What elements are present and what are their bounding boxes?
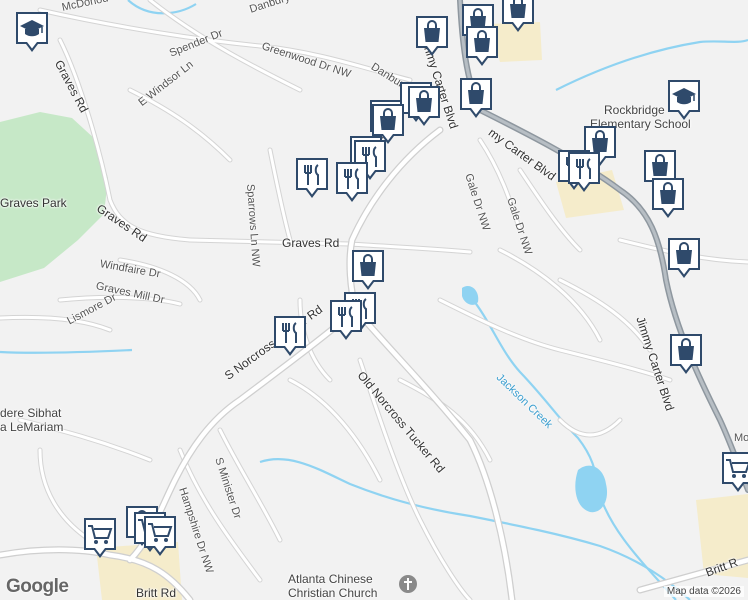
shopping-icon: [670, 334, 702, 374]
cart-marker[interactable]: [142, 514, 178, 558]
restaurant-marker[interactable]: [566, 150, 602, 194]
shopping-icon: [652, 178, 684, 218]
map-label-chinese-2: Christian Church: [288, 586, 378, 600]
school-marker[interactable]: [14, 10, 50, 54]
map-label-mo: Mo: [734, 432, 748, 444]
shopping-icon: [408, 86, 440, 126]
restaurant-marker[interactable]: [294, 156, 330, 200]
map-label-graves-park: Graves Park: [0, 196, 67, 210]
google-logo: Google: [6, 576, 69, 597]
map-label-rockbridge: Rockbridge: [604, 103, 665, 117]
map-label-sibhat: dere Sibhat: [0, 406, 62, 420]
map-attribution[interactable]: Map data ©2026: [663, 586, 744, 597]
shopping-marker[interactable]: [406, 84, 442, 128]
cart-marker[interactable]: [720, 450, 748, 494]
shopping-marker[interactable]: [668, 332, 704, 376]
shopping-marker[interactable]: [458, 76, 494, 120]
restaurant-marker[interactable]: [272, 314, 308, 358]
cart-icon: [84, 518, 116, 558]
restaurant-marker[interactable]: [334, 160, 370, 204]
shopping-icon: [460, 78, 492, 118]
cart-marker[interactable]: [82, 516, 118, 560]
church-icon: [398, 574, 418, 597]
shopping-icon: [416, 16, 448, 56]
school-marker[interactable]: [666, 78, 702, 122]
restaurant-icon: [336, 162, 368, 202]
shopping-icon: [668, 238, 700, 278]
restaurant-icon: [568, 152, 600, 192]
map-label-chinese-1: Atlanta Chinese: [288, 572, 373, 586]
shopping-marker[interactable]: [500, 0, 536, 34]
map-label-britt-left: Britt Rd: [136, 586, 177, 600]
restaurant-icon: [330, 300, 362, 340]
shopping-marker[interactable]: [464, 24, 500, 68]
restaurant-marker[interactable]: [328, 298, 364, 342]
cart-icon: [722, 452, 748, 492]
cart-icon: [144, 516, 176, 556]
school-icon: [668, 80, 700, 120]
restaurant-icon: [274, 316, 306, 356]
shopping-marker[interactable]: [350, 248, 386, 292]
shopping-marker[interactable]: [666, 236, 702, 280]
shopping-icon: [502, 0, 534, 32]
school-icon: [16, 12, 48, 52]
map-canvas[interactable]: McDonouDanbury Ln NWGraves RdSpender DrG…: [0, 0, 748, 600]
map-label-lemariam: a LeMariam: [0, 420, 64, 434]
shopping-icon: [352, 250, 384, 290]
shopping-marker[interactable]: [650, 176, 686, 220]
shopping-marker[interactable]: [414, 14, 450, 58]
shopping-icon: [466, 26, 498, 66]
map-label-graves-rd-main: Graves Rd: [282, 236, 340, 250]
restaurant-icon: [296, 158, 328, 198]
